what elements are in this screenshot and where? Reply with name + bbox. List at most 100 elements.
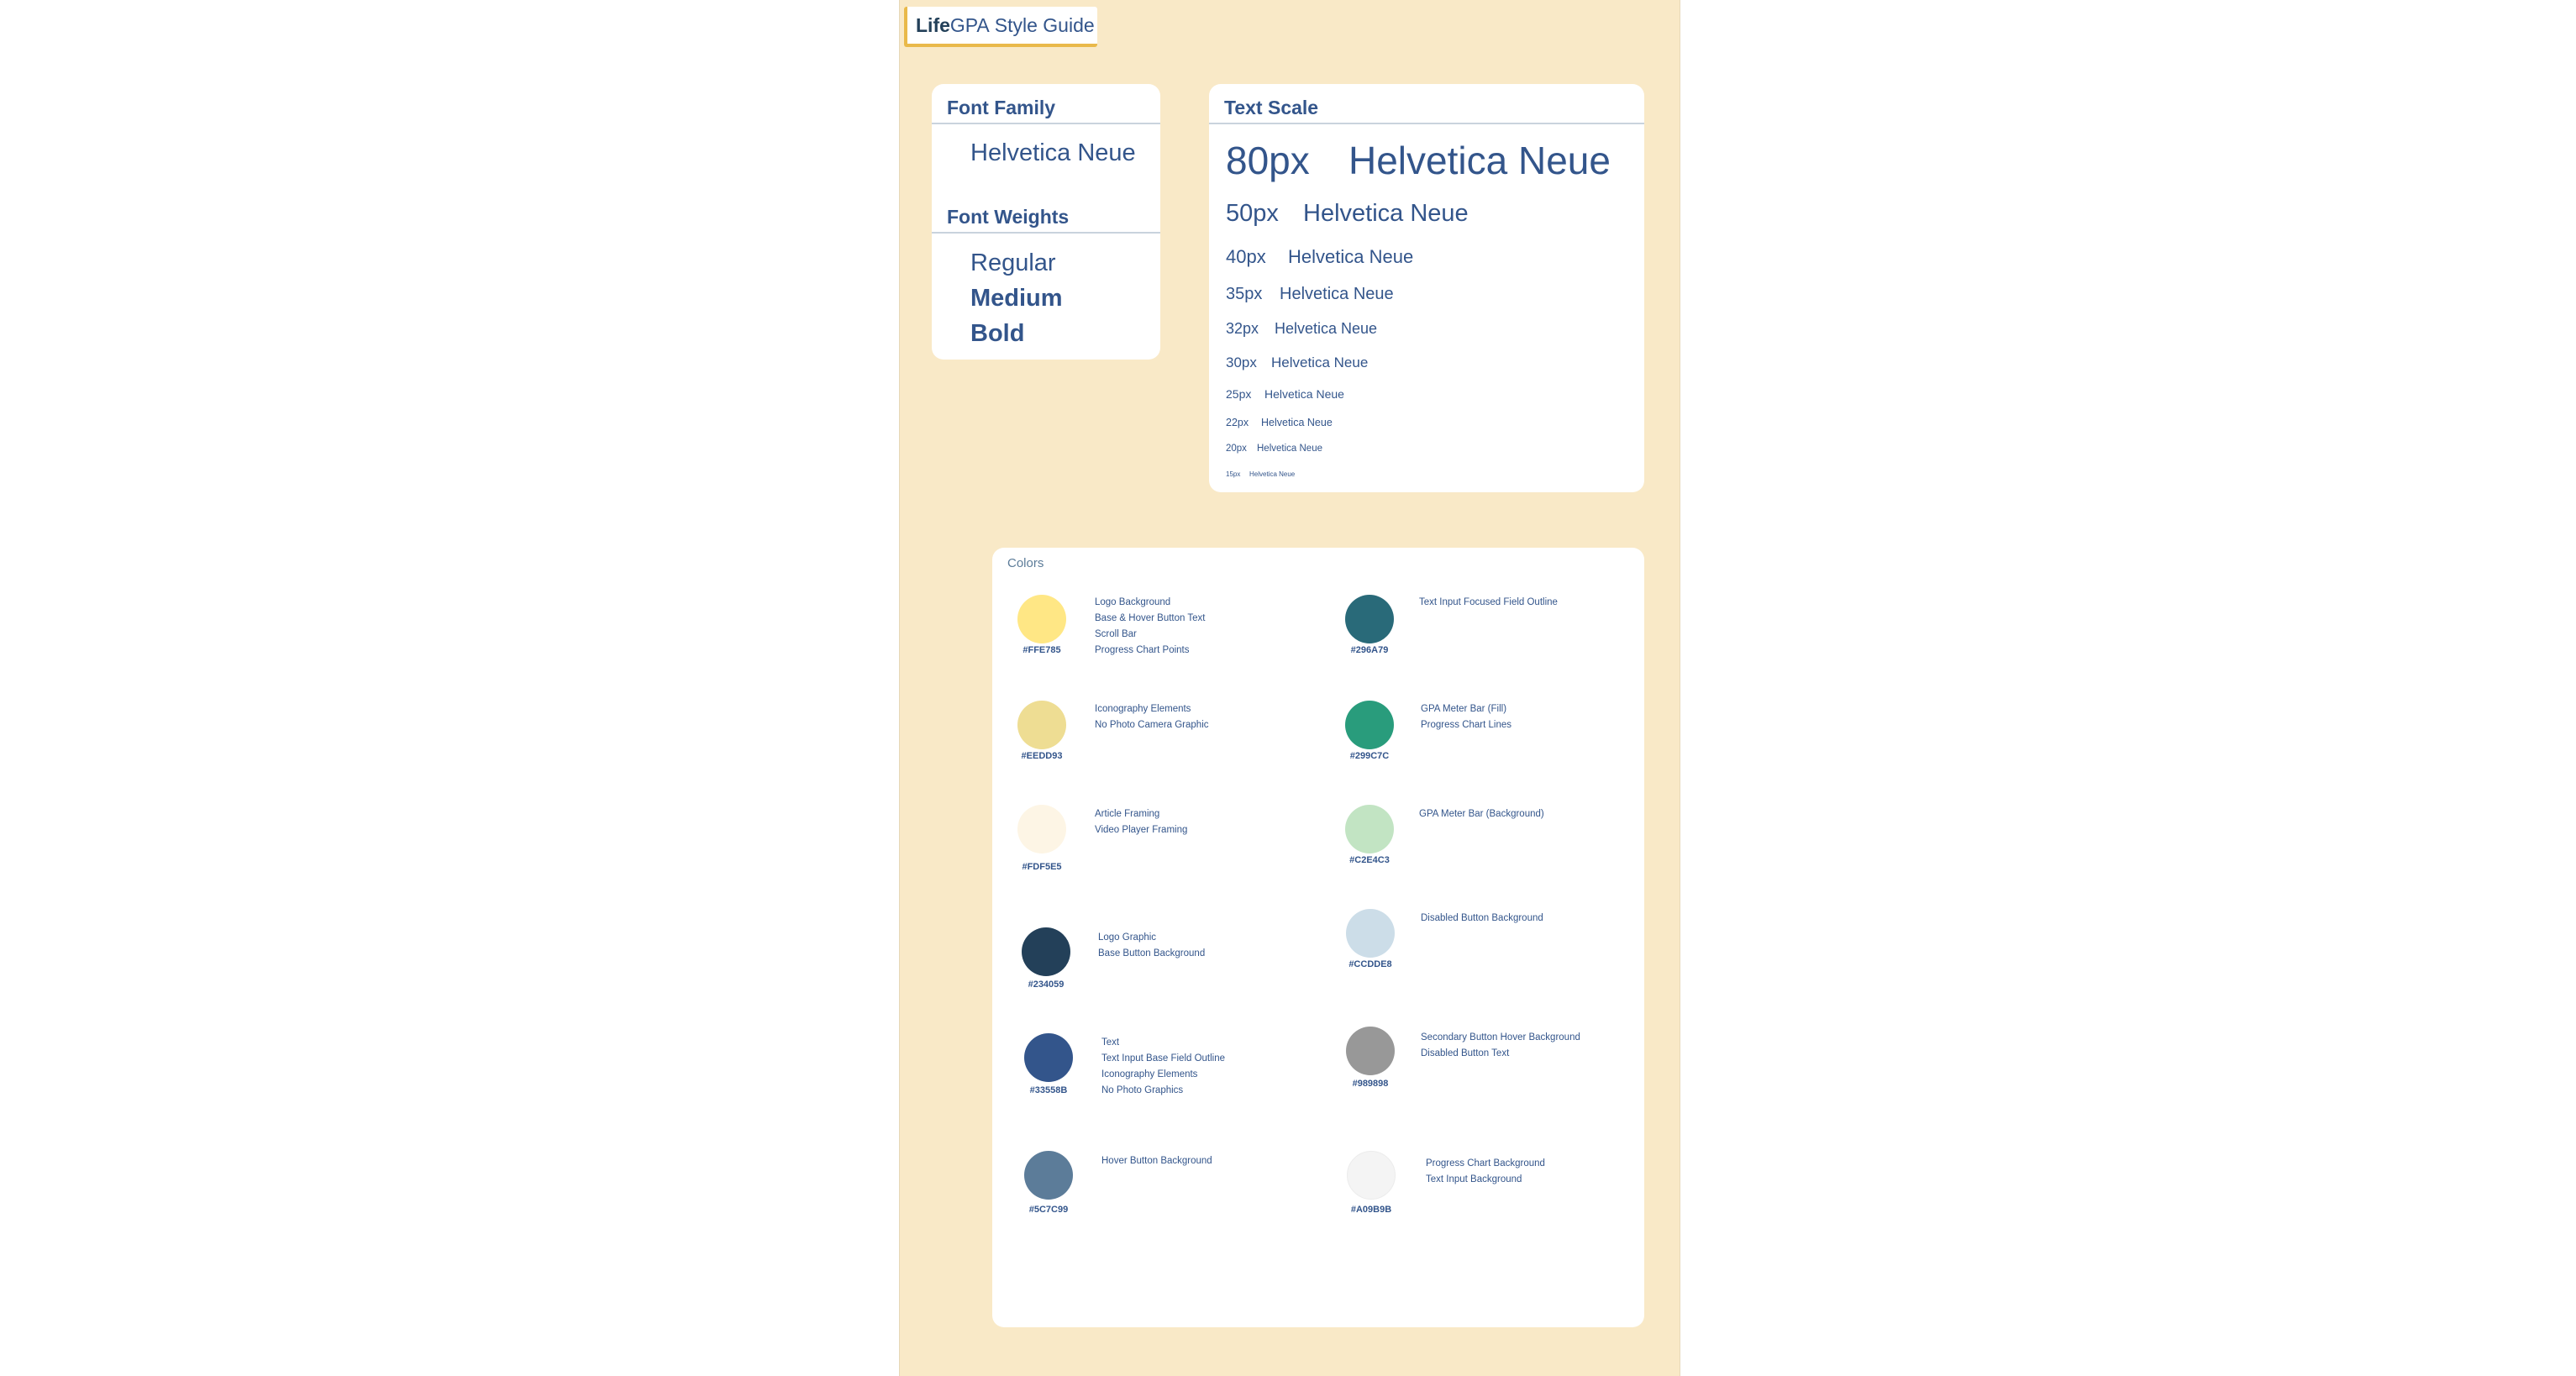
color-usage-line: Iconography Elements	[1101, 1069, 1198, 1079]
color-swatch	[1347, 1151, 1396, 1200]
colors-card: Colors #FFE785 Logo Background Base & Hov…	[992, 548, 1644, 1327]
color-usage: Secondary Button Hover Background Disable…	[1421, 1030, 1580, 1062]
color-hex: #989898	[1352, 1079, 1389, 1089]
color-swatch	[1022, 927, 1070, 976]
color-usage-line: Logo Graphic	[1098, 932, 1157, 943]
color-usage: Logo Graphic Base Button Background	[1098, 930, 1205, 962]
color-swatch	[1345, 595, 1394, 643]
color-swatch	[1346, 1027, 1395, 1075]
color-usage-line: Secondary Button Hover Background	[1421, 1032, 1580, 1043]
color-usage-line: Disabled Button Background	[1421, 913, 1543, 923]
scale-sample: Helvetica Neue	[1257, 444, 1322, 454]
scale-size: 50px	[1226, 200, 1279, 227]
font-weights-title: Font Weights	[932, 193, 1160, 234]
scale-sample: Helvetica Neue	[1249, 470, 1296, 478]
color-hex: #296A79	[1350, 645, 1389, 655]
color-usage: Iconography Elements No Photo Camera Grap…	[1095, 701, 1209, 733]
color-usage-line: No Photo Graphics	[1101, 1085, 1184, 1095]
style-guide-header: Life GPA Style Guide	[904, 7, 1097, 47]
scale-size: 25px	[1226, 387, 1252, 401]
scale-row: 15px Helvetica Neue	[1226, 470, 1295, 478]
color-hex: #C2E4C3	[1349, 855, 1390, 865]
scale-size: 22px	[1226, 417, 1249, 428]
color-hex: #234059	[1028, 979, 1065, 990]
scale-row: 22px Helvetica Neue	[1226, 417, 1333, 428]
scale-sample: Helvetica Neue	[1280, 285, 1394, 303]
font-card: Font Family Helvetica Neue Font Weights …	[932, 84, 1160, 360]
color-swatch	[1017, 701, 1066, 749]
color-swatch	[1017, 805, 1066, 853]
scale-sample: Helvetica Neue	[1264, 387, 1344, 401]
color-hex: #CCDDE8	[1348, 959, 1392, 969]
weight-regular: Regular	[970, 249, 1056, 276]
color-usage: Text Text Input Base Field Outline Iconogr…	[1101, 1035, 1225, 1099]
color-hex: #FDF5E5	[1022, 862, 1062, 872]
color-usage-line: Text Input Background	[1426, 1174, 1522, 1184]
scale-size: 20px	[1226, 444, 1247, 454]
color-usage: Hover Button Background	[1101, 1153, 1212, 1169]
color-usage-line: Logo Background	[1095, 597, 1171, 607]
color-swatch	[1345, 701, 1394, 749]
scale-size: 15px	[1226, 470, 1241, 478]
scale-sample: Helvetica Neue	[1271, 355, 1369, 370]
color-usage-line: GPA Meter Bar (Fill)	[1421, 704, 1507, 714]
brand-bold: Life	[916, 13, 950, 36]
color-hex: #33558B	[1029, 1085, 1068, 1095]
colors-title: Colors	[1007, 556, 1044, 570]
color-usage: GPA Meter Bar (Background)	[1419, 806, 1544, 822]
scale-size: 40px	[1226, 246, 1266, 267]
color-usage-line: Video Player Framing	[1095, 825, 1188, 835]
weight-medium: Medium	[970, 285, 1063, 312]
color-usage-line: Base & Hover Button Text	[1095, 613, 1206, 623]
font-family-title: Font Family	[932, 84, 1160, 124]
scale-row: 80px Helvetica Neue	[1226, 138, 1611, 183]
scale-row: 40px Helvetica Neue	[1226, 246, 1413, 268]
color-hex: #A09B9B	[1350, 1205, 1392, 1215]
color-usage-line: GPA Meter Bar (Background)	[1419, 809, 1544, 819]
font-family-value: Helvetica Neue	[970, 139, 1136, 166]
color-usage-line: Text Input Focused Field Outline	[1419, 597, 1558, 607]
color-usage-line: Disabled Button Text	[1421, 1048, 1510, 1058]
scale-size: 30px	[1226, 355, 1257, 370]
color-hex: #5C7C99	[1028, 1205, 1069, 1215]
color-swatch	[1024, 1033, 1073, 1082]
weight-bold: Bold	[970, 320, 1025, 347]
color-usage-line: No Photo Camera Graphic	[1095, 720, 1209, 730]
color-hex: #FFE785	[1023, 645, 1061, 655]
color-usage: Article Framing Video Player Framing	[1095, 806, 1187, 838]
color-usage-line: Scroll Bar	[1095, 629, 1137, 639]
scale-row: 25px Helvetica Neue	[1226, 387, 1344, 401]
color-hex: #299C7C	[1349, 751, 1390, 761]
color-swatch	[1345, 805, 1394, 853]
scale-sample: Helvetica Neue	[1261, 417, 1333, 428]
header-subtitle: Style Guide	[994, 13, 1095, 36]
scale-size: 32px	[1226, 320, 1259, 337]
color-usage-line: Progress Chart Points	[1095, 645, 1190, 655]
color-usage: Logo Background Base & Hover Button Text S…	[1095, 595, 1205, 659]
color-swatch	[1017, 595, 1066, 643]
scale-size: 80px	[1226, 139, 1310, 182]
scale-row: 35px Helvetica Neue	[1226, 285, 1394, 304]
scale-row: 30px Helvetica Neue	[1226, 355, 1368, 371]
scale-sample: Helvetica Neue	[1348, 139, 1611, 182]
color-usage-line: Base Button Background	[1098, 948, 1206, 958]
color-usage-line: Text	[1101, 1037, 1120, 1048]
color-usage-line: Article Framing	[1095, 809, 1160, 819]
color-swatch	[1024, 1151, 1073, 1200]
color-usage-line: Iconography Elements	[1095, 704, 1191, 714]
style-guide-artboard: Life GPA Style Guide Font Family Helvetica…	[899, 0, 1680, 1376]
scale-row: 32px Helvetica Neue	[1226, 320, 1377, 338]
text-scale-title: Text Scale	[1209, 84, 1644, 124]
color-swatch	[1346, 909, 1395, 958]
scale-size: 35px	[1226, 285, 1263, 303]
color-hex: #EEDD93	[1021, 751, 1063, 761]
scale-sample: Helvetica Neue	[1303, 200, 1469, 227]
color-usage: Progress Chart Background Text Input Back…	[1426, 1156, 1545, 1188]
scale-row: 50px Helvetica Neue	[1226, 200, 1469, 228]
color-usage: Text Input Focused Field Outline	[1419, 595, 1558, 611]
color-usage-line: Progress Chart Lines	[1421, 720, 1512, 730]
brand-light: GPA	[949, 13, 990, 36]
scale-sample: Helvetica Neue	[1288, 246, 1414, 267]
scale-row: 20px Helvetica Neue	[1226, 444, 1322, 454]
color-usage-line: Text Input Base Field Outline	[1101, 1053, 1226, 1064]
